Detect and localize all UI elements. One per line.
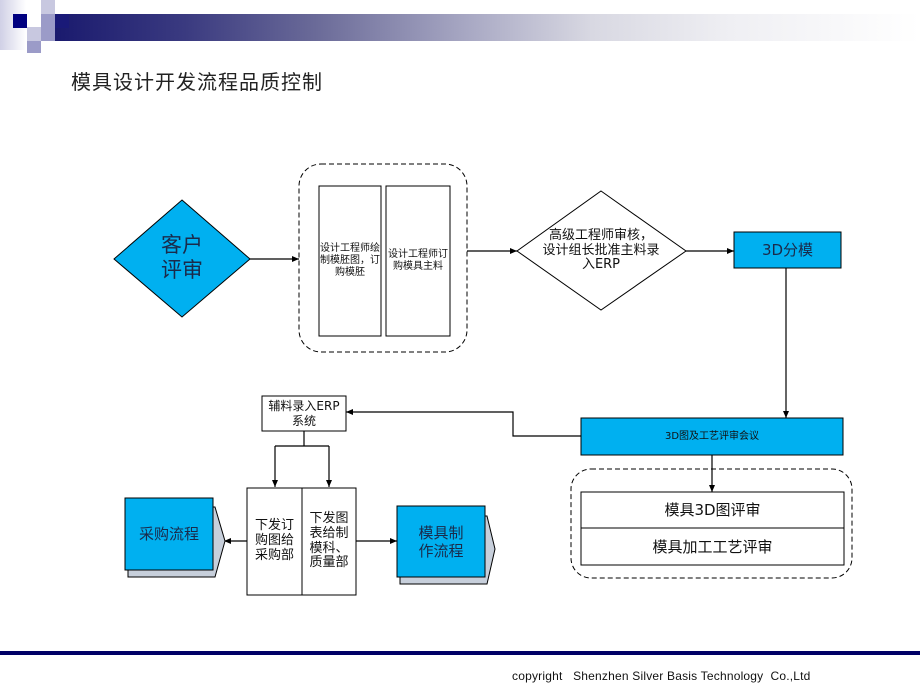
issue-drawings-label: 下发图 表给制 模科、 质量部: [309, 510, 349, 571]
aux-material-label: 辅料录入ERP 系统: [268, 399, 340, 428]
customer-review-label: 客户 评审: [161, 232, 203, 282]
split-3d-label: 3D分模: [761, 241, 814, 259]
design-box-1-label: 设计工程师绘制模胚图，订购模胚: [320, 243, 380, 278]
connector-meeting-to-aux: [346, 409, 581, 437]
design-box-2-label: 设计工程师订购模具主料: [388, 249, 448, 272]
flow-diagram: [113, 163, 853, 596]
review-process-label: 模具加工工艺评审: [652, 537, 773, 556]
review-3d-label: 模具3D图评审: [664, 501, 761, 519]
footer-divider: [0, 651, 920, 655]
review-meeting-label: 3D图及工艺评审会议: [664, 430, 760, 442]
issue-purchase-label: 下发订 购图给 采购部: [254, 518, 294, 563]
senior-review-label: 高级工程师审核， 设计组长批准主料录 入ERP: [542, 227, 660, 273]
mold-flow-label: 模具制 作流程: [418, 523, 464, 560]
purchase-flow-label: 采购流程: [138, 525, 199, 543]
footer-copyright: copyright Shenzhen Silver Basis Technolo…: [512, 669, 811, 683]
